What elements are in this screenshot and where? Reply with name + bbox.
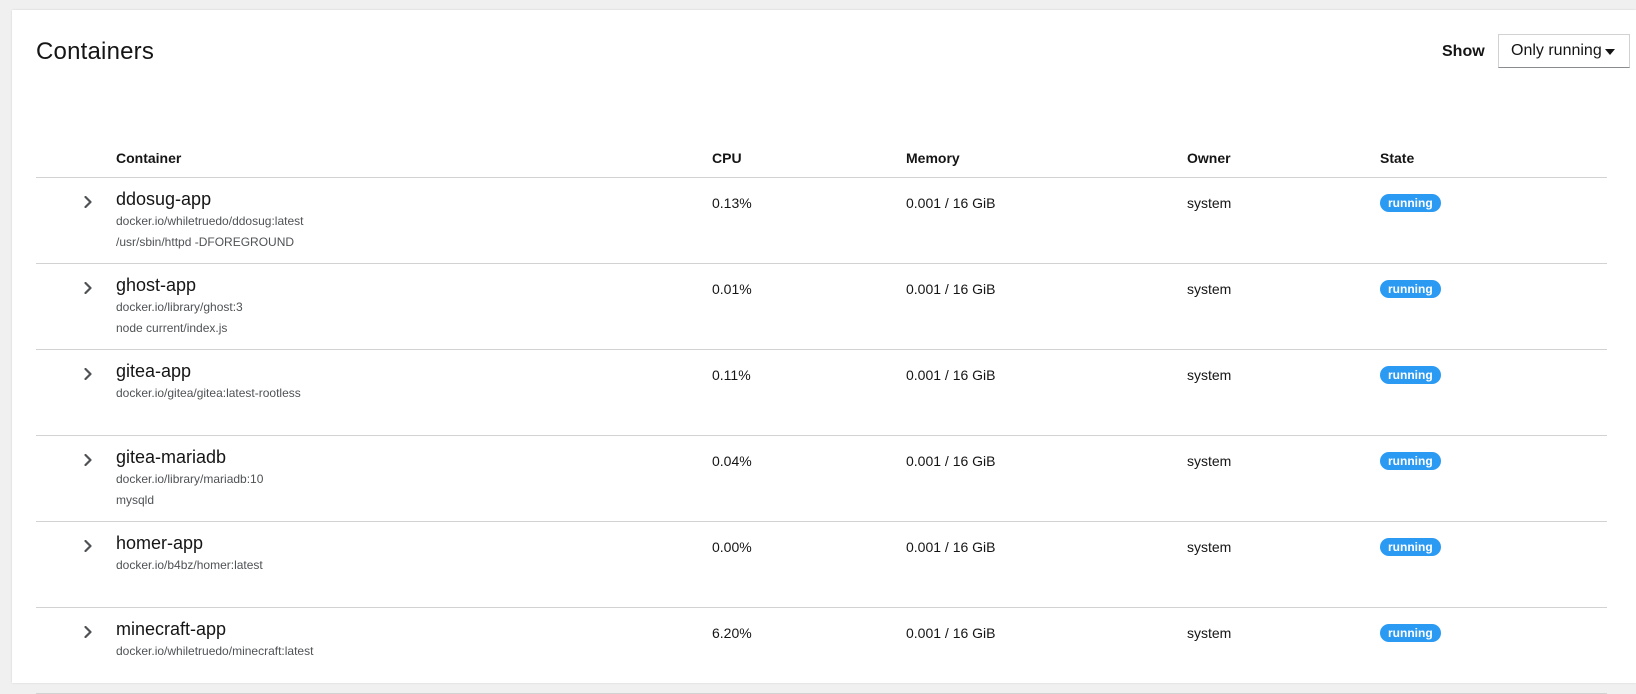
state-filter-select[interactable]: Only running <box>1498 34 1630 68</box>
table-row[interactable]: ghost-app docker.io/library/ghost:3 node… <box>36 264 1607 350</box>
container-memory: 0.001 / 16 GiB <box>906 281 996 297</box>
container-command: /usr/sbin/httpd -DFOREGROUND <box>116 235 295 249</box>
container-owner: system <box>1187 539 1232 555</box>
card-header: Containers Show Only running <box>36 10 1636 90</box>
container-owner: system <box>1187 195 1232 211</box>
caret-down-icon <box>1605 49 1615 55</box>
container-cpu: 0.11% <box>712 367 751 383</box>
chevron-right-icon[interactable] <box>80 194 96 210</box>
chevron-right-icon[interactable] <box>80 452 96 468</box>
container-cpu: 0.13% <box>712 195 752 211</box>
status-badge: running <box>1380 366 1441 384</box>
container-name: gitea-app <box>116 361 192 381</box>
container-owner: system <box>1187 625 1232 641</box>
container-image: docker.io/whiletruedo/ddosug:latest <box>116 214 304 228</box>
container-image: docker.io/library/mariadb:10 <box>116 472 264 486</box>
chevron-right-icon[interactable] <box>80 366 96 382</box>
container-owner: system <box>1187 367 1232 383</box>
table-body: ddosug-app docker.io/whiletruedo/ddosug:… <box>36 178 1607 694</box>
column-header-container[interactable]: Container <box>116 150 181 166</box>
table-row[interactable]: homer-app docker.io/b4bz/homer:latest 0.… <box>36 522 1607 608</box>
table-row[interactable]: ddosug-app docker.io/whiletruedo/ddosug:… <box>36 178 1607 264</box>
container-memory: 0.001 / 16 GiB <box>906 625 996 641</box>
containers-table: Container CPU Memory Owner State ddosug-… <box>36 134 1607 694</box>
state-filter-value: Only running <box>1511 42 1602 59</box>
page-title: Containers <box>36 38 155 65</box>
chevron-right-icon[interactable] <box>80 538 96 554</box>
containers-card: Containers Show Only running Container C… <box>12 10 1636 694</box>
container-owner: system <box>1187 281 1232 297</box>
container-memory: 0.001 / 16 GiB <box>906 539 996 555</box>
column-header-state[interactable]: State <box>1380 150 1414 166</box>
column-header-owner[interactable]: Owner <box>1187 150 1231 166</box>
column-header-cpu[interactable]: CPU <box>712 150 742 166</box>
container-name: minecraft-app <box>116 619 227 639</box>
status-badge: running <box>1380 624 1441 642</box>
column-header-memory[interactable]: Memory <box>906 150 960 166</box>
container-cpu: 0.01% <box>712 281 752 297</box>
container-command: mysqld <box>116 493 155 507</box>
container-memory: 0.001 / 16 GiB <box>906 453 996 469</box>
container-memory: 0.001 / 16 GiB <box>906 367 996 383</box>
container-name: ghost-app <box>116 275 197 295</box>
table-row[interactable]: gitea-mariadb docker.io/library/mariadb:… <box>36 436 1607 522</box>
container-owner: system <box>1187 453 1232 469</box>
container-name: gitea-mariadb <box>116 447 227 467</box>
container-name: ddosug-app <box>116 189 212 209</box>
table-row[interactable]: gitea-app docker.io/gitea/gitea:latest-r… <box>36 350 1607 436</box>
chevron-right-icon[interactable] <box>80 280 96 296</box>
table-row[interactable]: minecraft-app docker.io/whiletruedo/mine… <box>36 608 1607 694</box>
container-memory: 0.001 / 16 GiB <box>906 195 996 211</box>
chevron-right-icon[interactable] <box>80 624 96 640</box>
status-badge: running <box>1380 280 1441 298</box>
container-image: docker.io/whiletruedo/minecraft:latest <box>116 644 314 658</box>
container-image: docker.io/b4bz/homer:latest <box>116 558 263 572</box>
table-header: Container CPU Memory Owner State <box>36 134 1607 178</box>
container-cpu: 0.00% <box>712 539 752 555</box>
status-badge: running <box>1380 452 1441 470</box>
status-badge: running <box>1380 194 1441 212</box>
container-image: docker.io/gitea/gitea:latest-rootless <box>116 386 301 400</box>
container-cpu: 0.04% <box>712 453 752 469</box>
container-image: docker.io/library/ghost:3 <box>116 300 243 314</box>
container-name: homer-app <box>116 533 204 553</box>
container-command: node current/index.js <box>116 321 228 335</box>
status-badge: running <box>1380 538 1441 556</box>
show-filter-label: Show <box>1442 43 1485 60</box>
container-cpu: 6.20% <box>712 625 752 641</box>
